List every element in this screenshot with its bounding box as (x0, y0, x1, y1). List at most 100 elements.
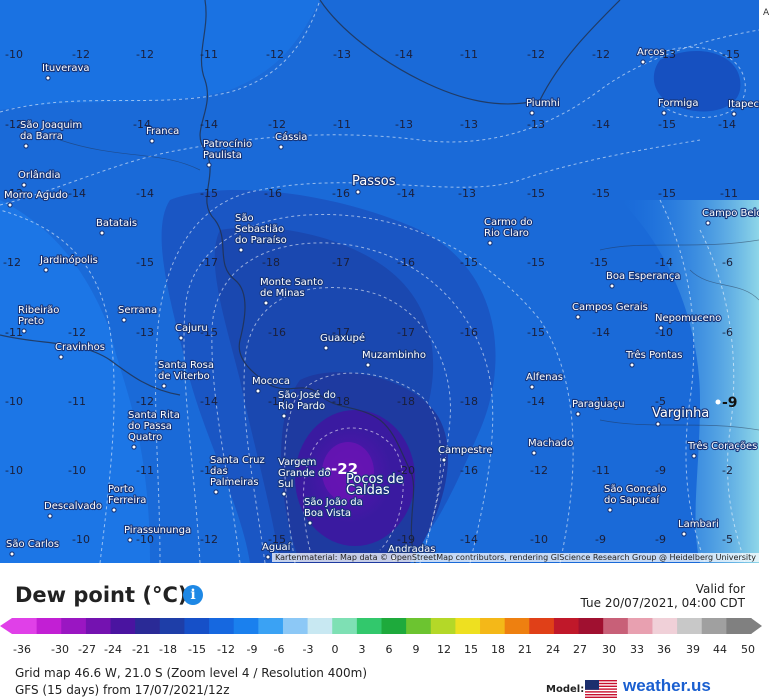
scale-tick-label: 3 (358, 643, 366, 656)
city-dot (323, 345, 329, 351)
scale-tick-label: -21 (132, 643, 150, 656)
grid-value: -12 (72, 48, 90, 61)
grid-value: -12 (136, 48, 154, 61)
map-attribution[interactable]: Kartenmaterial: Map data © OpenStreetMap… (271, 553, 759, 562)
scale-swatch (85, 618, 112, 634)
city-label: Três Pontas (625, 349, 682, 361)
grid-value: -15 (136, 256, 154, 269)
city-dot (149, 138, 155, 144)
scale-swatch (627, 618, 653, 634)
grid-value: -14 (136, 187, 154, 200)
city-label: Mococa (252, 376, 290, 387)
city-label: Franca (146, 126, 179, 137)
city-dot (658, 325, 664, 331)
brand-logo[interactable]: weather.us (623, 676, 711, 696)
grid-value: -2 (722, 464, 733, 477)
grid-value: -14 (460, 533, 478, 546)
color-scale-bar (0, 618, 762, 634)
grid-value: -12 (136, 395, 154, 408)
grid-value: -18 (397, 395, 415, 408)
city-label: Ituverava (42, 63, 90, 74)
city-dot (111, 507, 117, 513)
city-dot (238, 247, 244, 253)
scale-swatch (480, 618, 506, 634)
corner-label: A (763, 8, 770, 18)
scale-swatch (529, 618, 555, 634)
city-dot (47, 513, 53, 519)
model-info[interactable]: GFS (15 days) from 17/07/2021/12z (15, 683, 230, 697)
color-scale-labels: -36 -30 -27 -24 -21 -18 -15 -12 -9 -6 -3 0 3 6 9 12 15 18… (0, 643, 775, 657)
grid-value: -18 (460, 395, 478, 408)
scale-tick-label: 6 (385, 643, 393, 656)
city-label: Varginha (652, 406, 709, 421)
grid-value: -15 (722, 48, 740, 61)
city-dot (9, 551, 15, 557)
grid-value: -11 (720, 187, 738, 200)
city-label: Carmo do Rio Claro (484, 217, 533, 239)
dew-point-map[interactable]: -10 -12 -12 -11 -12 -13 -14 -11 -12 -12 … (0, 0, 759, 563)
city-dot (609, 283, 615, 289)
scale-tick-label: 21 (518, 643, 532, 656)
scale-swatch (726, 618, 752, 634)
city-label: Muzambinho (362, 350, 426, 361)
scale-swatch (356, 618, 382, 634)
city-dot (691, 453, 697, 459)
grid-value: -13 (458, 187, 476, 200)
city-dot (43, 267, 49, 273)
grid-value: -15 (200, 187, 218, 200)
info-icon[interactable]: i (183, 585, 203, 605)
scale-tick-label: 33 (630, 643, 644, 656)
grid-value: -9 (595, 533, 606, 546)
legend-title: Dew point (°C) (15, 583, 188, 607)
city-label: Campo Belo (702, 208, 759, 219)
city-dot (161, 383, 167, 389)
city-dot (487, 240, 493, 246)
scale-tick-label: 36 (657, 643, 671, 656)
city-dot (213, 489, 219, 495)
city-label: Boa Esperança (606, 271, 681, 282)
city-label: São Gonçalo do Sapucaí (604, 484, 667, 506)
grid-value: -11 (136, 464, 154, 477)
grid-value: -12 (3, 256, 21, 269)
city-dot (355, 189, 361, 195)
city-label: Guaxupé (320, 332, 365, 344)
grid-value: -15 (658, 187, 676, 200)
grid-value: -10 (655, 326, 673, 339)
valid-time[interactable]: Tue 20/07/2021, 04:00 CDT (581, 596, 745, 610)
grid-value: -11 (200, 48, 218, 61)
city-label: Orlândia (18, 169, 60, 181)
city-dot (178, 335, 184, 341)
grid-value: -14 (718, 118, 736, 131)
grid-value: -17 (200, 256, 218, 269)
scale-tick-label: -6 (273, 643, 285, 656)
city-label: Três Corações (687, 440, 757, 452)
city-dot (607, 507, 613, 513)
grid-info: Grid map 46.6 W, 21.0 S (Zoom level 4 / … (15, 666, 368, 680)
city-dot (655, 421, 661, 427)
city-label: Morro Agudo (4, 190, 68, 201)
city-label: Santa Rosa de Viterbo (158, 360, 214, 382)
us-flag-icon (585, 680, 617, 698)
city-label: Alfenas (526, 372, 563, 383)
city-label: Formiga (658, 98, 698, 109)
city-label: Nepomuceno (655, 313, 721, 324)
city-dot (575, 314, 581, 320)
scale-tick-label: 18 (491, 643, 505, 656)
grid-value: -9 (655, 533, 666, 546)
city-dot (255, 388, 261, 394)
grid-value: -6 (722, 326, 733, 339)
grid-value: -15 (592, 187, 610, 200)
scale-swatch (307, 618, 333, 634)
city-dot (281, 413, 287, 419)
grid-value: -15 (460, 256, 478, 269)
grid-value: -12 (268, 118, 286, 131)
scale-swatch (677, 618, 703, 634)
grid-value: -12 (592, 48, 610, 61)
scale-tick-label: -36 (13, 643, 31, 656)
grid-value: -13 (136, 326, 154, 339)
scale-tick-label: 0 (331, 643, 339, 656)
valid-for-label: Valid for (695, 582, 745, 596)
city-label: Campestre (438, 445, 493, 456)
city-label: Lambari (678, 519, 719, 530)
scale-swatch (406, 618, 432, 634)
